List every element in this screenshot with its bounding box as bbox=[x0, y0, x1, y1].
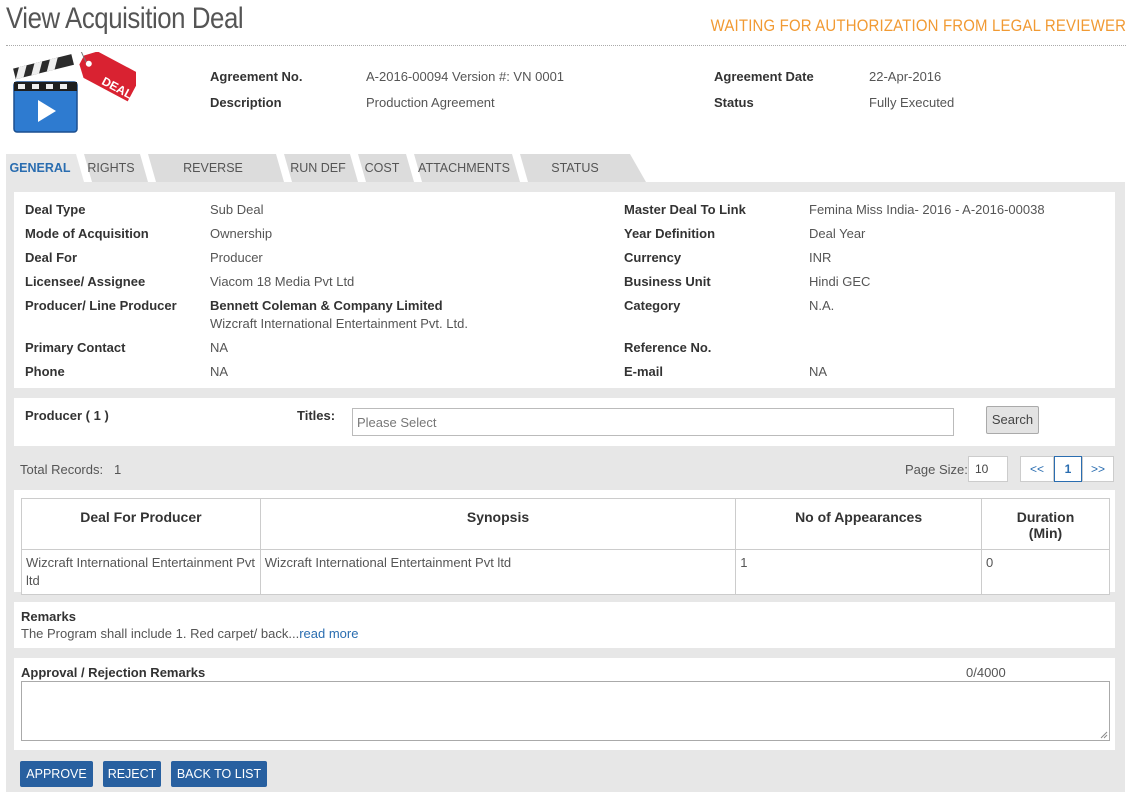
category-label: Category bbox=[624, 298, 681, 313]
deal-type-label: Deal Type bbox=[25, 202, 86, 217]
remarks-panel: Remarks The Program shall include 1. Red… bbox=[14, 602, 1115, 648]
total-records-label: Total Records: bbox=[20, 462, 104, 477]
approve-button[interactable]: APPROVE bbox=[20, 761, 93, 787]
producer-value-line: Wizcraft International Entertainment Pvt… bbox=[210, 316, 468, 331]
status-value: Fully Executed bbox=[869, 95, 955, 110]
year-definition-value: Deal Year bbox=[809, 226, 866, 241]
tab-rights[interactable]: RIGHTS bbox=[84, 154, 138, 182]
producer-count-heading: Producer ( 1 ) bbox=[25, 408, 109, 423]
deal-for-value: Producer bbox=[210, 250, 263, 265]
deal-type-value: Sub Deal bbox=[210, 202, 264, 217]
tab-cost[interactable]: COST bbox=[360, 154, 404, 182]
page-size-input[interactable]: 10 bbox=[968, 456, 1008, 482]
producer-value-primary: Bennett Coleman & Company Limited bbox=[210, 298, 443, 313]
tab-reverse-holdback[interactable]: REVERSE HOLDBACK bbox=[150, 154, 276, 203]
mode-value: Ownership bbox=[210, 226, 273, 241]
tab-status-history[interactable]: STATUS HISTORY bbox=[522, 154, 628, 203]
search-button[interactable]: Search bbox=[986, 406, 1039, 434]
column-header-synopsis: Synopsis bbox=[259, 498, 737, 550]
approval-remarks-label: Approval / Rejection Remarks bbox=[21, 665, 206, 680]
pager-prev-button[interactable]: << bbox=[1020, 456, 1054, 482]
general-details-panel: Deal Type Sub Deal Mode of Acquisition O… bbox=[14, 192, 1115, 388]
cell-deal-for-producer: Wizcraft International Entertainment Pvt… bbox=[21, 549, 261, 595]
tab-general[interactable]: GENERAL bbox=[6, 154, 74, 182]
producer-filter-panel: Producer ( 1 ) Titles: Please Select Sea… bbox=[14, 398, 1115, 446]
cell-duration: 0 bbox=[981, 549, 1110, 595]
deal-for-label: Deal For bbox=[25, 250, 78, 265]
year-definition-label: Year Definition bbox=[624, 226, 716, 241]
pager-next-button[interactable]: >> bbox=[1082, 456, 1114, 482]
table-row: Wizcraft International Entertainment Pvt… bbox=[21, 549, 1110, 595]
description-label: Description bbox=[210, 95, 282, 110]
licensee-label: Licensee/ Assignee bbox=[25, 274, 146, 289]
remarks-text: The Program shall include 1. Red carpet/… bbox=[21, 625, 358, 643]
tab-run-def[interactable]: RUN DEF bbox=[286, 154, 350, 182]
tab-bar: GENERAL RIGHTS REVERSE HOLDBACK RUN DEF … bbox=[6, 154, 666, 203]
pager-current-page[interactable]: 1 bbox=[1054, 456, 1082, 482]
table-header-row: Deal For Producer Synopsis No of Appeara… bbox=[21, 498, 1110, 550]
currency-label: Currency bbox=[624, 250, 682, 265]
email-value: NA bbox=[809, 364, 828, 379]
read-more-link[interactable]: read more bbox=[299, 626, 358, 641]
producer-table: Deal For Producer Synopsis No of Appeara… bbox=[21, 498, 1110, 595]
titles-select[interactable]: Please Select bbox=[352, 408, 954, 436]
agreement-date-value: 22-Apr-2016 bbox=[869, 69, 942, 84]
clapperboard-play-icon: DEAL bbox=[13, 42, 142, 133]
tab-content-general: Deal Type Sub Deal Mode of Acquisition O… bbox=[6, 182, 1125, 792]
phone-label: Phone bbox=[25, 364, 65, 379]
category-value: N.A. bbox=[809, 298, 835, 313]
cell-no-of-appearances: 1 bbox=[735, 549, 982, 595]
column-header-deal-for-producer: Deal For Producer bbox=[21, 498, 261, 550]
agreement-date-label: Agreement Date bbox=[714, 69, 814, 84]
phone-value: NA bbox=[210, 364, 229, 379]
resize-grip-icon[interactable] bbox=[1100, 731, 1108, 739]
agreement-no-value: A-2016-00094 Version #: VN 0001 bbox=[366, 69, 565, 84]
remarks-label: Remarks bbox=[21, 609, 76, 624]
status-label: Status bbox=[714, 95, 754, 110]
master-deal-value: Femina Miss India- 2016 - A-2016-00038 bbox=[809, 202, 1045, 217]
email-label: E-mail bbox=[624, 364, 664, 379]
cell-synopsis: Wizcraft International Entertainment Pvt… bbox=[259, 549, 737, 595]
mode-label: Mode of Acquisition bbox=[25, 226, 149, 241]
tab-attachments[interactable]: ATTACHMENTS bbox=[416, 154, 512, 182]
approval-remarks-counter: 0/4000 bbox=[966, 665, 1006, 680]
column-header-duration: Duration (Min) bbox=[981, 498, 1110, 550]
primary-contact-label: Primary Contact bbox=[25, 340, 126, 355]
titles-label: Titles: bbox=[297, 408, 336, 423]
status-banner: WAITING FOR AUTHORIZATION FROM LEGAL REV… bbox=[710, 16, 1126, 35]
currency-value: INR bbox=[809, 250, 832, 265]
reject-button[interactable]: REJECT bbox=[103, 761, 161, 787]
deal-logo: DEAL bbox=[12, 42, 142, 134]
column-header-no-of-appearances: No of Appearances bbox=[735, 498, 982, 550]
approval-remarks-textarea[interactable] bbox=[21, 681, 1110, 741]
back-to-list-button[interactable]: BACK TO LIST bbox=[171, 761, 267, 787]
producer-label: Producer/ Line Producer bbox=[25, 298, 177, 313]
total-records-value: 1 bbox=[114, 462, 122, 477]
remarks-excerpt: The Program shall include 1. Red carpet/… bbox=[21, 626, 300, 641]
reference-no-label: Reference No. bbox=[624, 340, 712, 355]
business-unit-label: Business Unit bbox=[624, 274, 711, 289]
licensee-value: Viacom 18 Media Pvt Ltd bbox=[210, 274, 355, 289]
agreement-no-label: Agreement No. bbox=[210, 69, 303, 84]
page-size-label: Page Size: bbox=[905, 462, 968, 477]
business-unit-value: Hindi GEC bbox=[809, 274, 871, 289]
description-value: Production Agreement bbox=[366, 95, 495, 110]
master-deal-label: Master Deal To Link bbox=[624, 202, 746, 217]
title-divider bbox=[6, 45, 1126, 46]
primary-contact-value: NA bbox=[210, 340, 229, 355]
page-title: View Acquisition Deal bbox=[6, 2, 244, 35]
